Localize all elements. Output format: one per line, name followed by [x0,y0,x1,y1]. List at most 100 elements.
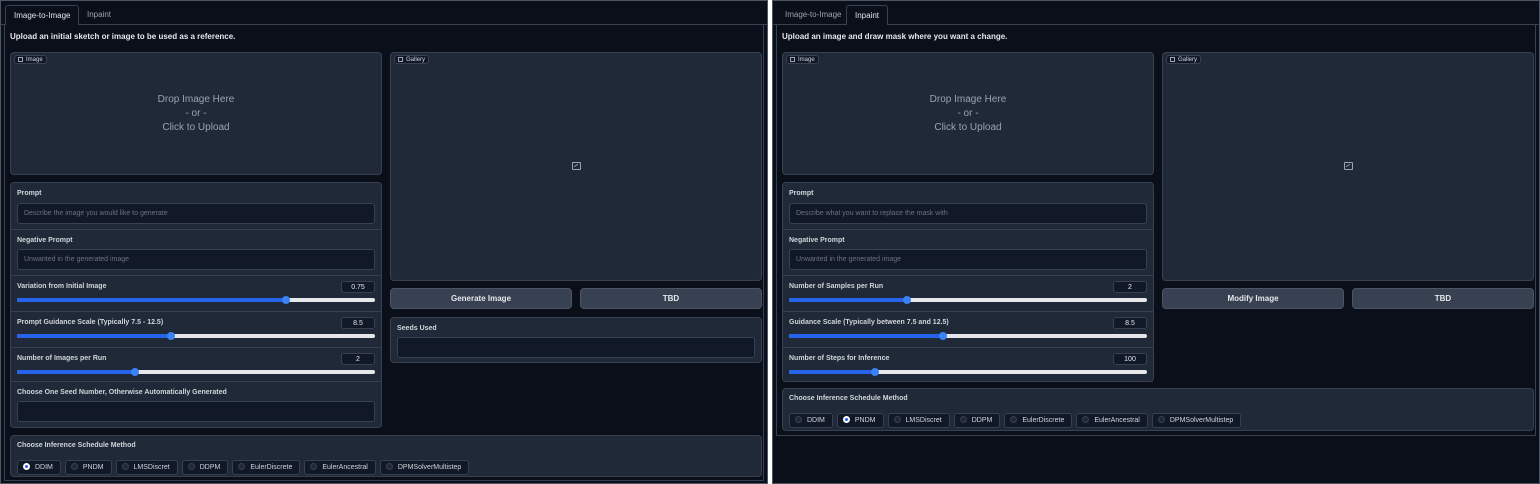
tab-panel: Upload an image and draw mask where you … [776,25,1536,436]
radio-dot [121,463,129,470]
radio-dot [1157,416,1165,423]
seed-field: Choose One Seed Number, Otherwise Automa… [11,382,381,428]
slider-thumb[interactable] [903,296,912,304]
radio-dpmsolvermultistep[interactable]: DPMSolverMultistep [1151,413,1242,428]
slider-thumb[interactable] [166,332,175,340]
guidance-field: Prompt Guidance Scale (Typically 7.5 - 1… [11,312,381,348]
guidance-number-input[interactable]: 8.5 [1113,317,1147,329]
samples-per-run-slider[interactable] [789,296,1147,304]
radio-label: EulerDiscrete [250,464,293,471]
gallery-block-label: Gallery [1166,55,1202,64]
tab-inpaint[interactable]: Inpaint [846,5,889,26]
slider-fill [789,298,908,302]
slider-thumb[interactable] [281,296,290,304]
tbd-button[interactable]: TBD [1352,288,1534,309]
images-per-run-label: Number of Images per Run [17,355,107,362]
steps-label: Number of Steps for Inference [789,355,890,362]
radio-dot [1010,416,1018,423]
image-icon [18,57,23,62]
controls-panel: Prompt Describe the image you would like… [10,182,382,428]
radio-ddpm[interactable]: DDPM [953,413,1001,428]
seeds-used-output [397,337,755,358]
prompt-label: Prompt [789,190,814,197]
tab-bar: Image-to-Image Inpaint [773,5,1539,26]
samples-per-run-field: Number of Samples per Run 2 [783,276,1153,312]
slider-thumb[interactable] [870,368,879,376]
img2img-pane: Image-to-Image Inpaint Upload an initial… [0,0,768,484]
guidance-slider[interactable] [789,332,1147,340]
modify-image-button[interactable]: Modify Image [1162,288,1344,309]
radio-eulerdiscrete[interactable]: EulerDiscrete [1004,413,1073,428]
prompt-input[interactable]: Describe the image you would like to gen… [17,203,375,224]
slider-thumb[interactable] [938,332,947,340]
radio-dot [385,463,393,470]
steps-field: Number of Steps for Inference 100 [783,348,1153,382]
radio-label: DPMSolverMultistep [397,464,462,471]
radio-label: LMSDiscret [133,464,170,471]
variation-field: Variation from Initial Image 0.75 [11,276,381,312]
negative-prompt-field: Negative Prompt Unwanted in the generate… [783,230,1153,276]
radio-ddim[interactable]: DDIM [789,413,833,428]
image-upload-area[interactable]: Image Drop Image Here - or - Click to Up… [782,52,1154,175]
images-per-run-number-input[interactable]: 2 [341,353,375,365]
images-per-run-slider[interactable] [17,368,375,376]
radio-label: EulerAncestral [1094,417,1140,424]
seeds-used-panel: Seeds Used [390,317,762,363]
radio-ddpm[interactable]: DDPM [181,460,229,475]
tbd-button[interactable]: TBD [580,288,762,309]
prompt-label: Prompt [17,190,42,197]
slider-fill [789,334,943,338]
slider-fill [17,370,136,374]
schedule-radio-group: DDIM PNDM LMSDiscret DDPM EulerDiscrete Euler… [789,409,1245,428]
radio-dot [187,463,195,470]
schedule-panel: Choose Inference Schedule Method DDIM PND… [10,435,762,477]
guidance-number-input[interactable]: 8.5 [341,317,375,329]
prompt-field: Prompt Describe what you want to replace… [783,183,1153,230]
gallery: Gallery [390,52,762,281]
radio-lmsdiscret[interactable]: LMSDiscret [887,413,950,428]
negative-prompt-input[interactable]: Unwanted in the generated image [17,249,375,270]
tab-image-to-image[interactable]: Image-to-Image [5,5,80,26]
radio-ddim[interactable]: DDIM [17,460,61,475]
steps-slider[interactable] [789,368,1147,376]
negative-prompt-label: Negative Prompt [789,237,845,244]
radio-label: DPMSolverMultistep [1169,417,1234,424]
radio-eulerancestral[interactable]: EulerAncestral [1076,413,1148,428]
radio-eulerancestral[interactable]: EulerAncestral [304,460,376,475]
schedule-label: Choose Inference Schedule Method [17,442,136,449]
seed-input[interactable] [17,401,375,422]
generate-image-button[interactable]: Generate Image [390,288,572,309]
guidance-slider[interactable] [17,332,375,340]
prompt-input[interactable]: Describe what you want to replace the ma… [789,203,1147,224]
radio-lmsdiscret[interactable]: LMSDiscret [115,460,178,475]
variation-number-input[interactable]: 0.75 [341,281,375,293]
radio-dot [23,463,30,470]
radio-label: LMSDiscret [905,417,942,424]
schedule-radio-group: DDIM PNDM LMSDiscret DDPM EulerDiscrete Euler… [17,456,473,475]
variation-slider[interactable] [17,296,375,304]
radio-eulerdiscrete[interactable]: EulerDiscrete [232,460,301,475]
radio-pndm[interactable]: PNDM [836,413,884,428]
radio-label: EulerAncestral [322,464,368,471]
radio-dot [238,463,246,470]
tab-image-to-image[interactable]: Image-to-Image [777,5,849,26]
radio-dpmsolvermultistep[interactable]: DPMSolverMultistep [379,460,470,475]
radio-dot [893,416,901,423]
image-icon [572,162,581,170]
controls-panel: Prompt Describe what you want to replace… [782,182,1154,382]
slider-thumb[interactable] [131,368,140,376]
tab-inpaint[interactable]: Inpaint [79,5,119,26]
radio-pndm[interactable]: PNDM [64,460,112,475]
radio-dot [310,463,318,470]
radio-label: PNDM [82,464,104,471]
negative-prompt-label: Negative Prompt [17,237,73,244]
prompt-field: Prompt Describe the image you would like… [11,183,381,230]
image-block-label: Image [786,55,819,64]
negative-prompt-input[interactable]: Unwanted in the generated image [789,249,1147,270]
schedule-panel: Choose Inference Schedule Method DDIM PND… [782,388,1534,431]
steps-number-input[interactable]: 100 [1113,353,1147,365]
samples-per-run-number-input[interactable]: 2 [1113,281,1147,293]
seeds-used-label: Seeds Used [397,325,437,332]
tab-panel: Upload an initial sketch or image to be … [4,25,764,481]
image-upload-area[interactable]: Image Drop Image Here - or - Click to Up… [10,52,382,175]
